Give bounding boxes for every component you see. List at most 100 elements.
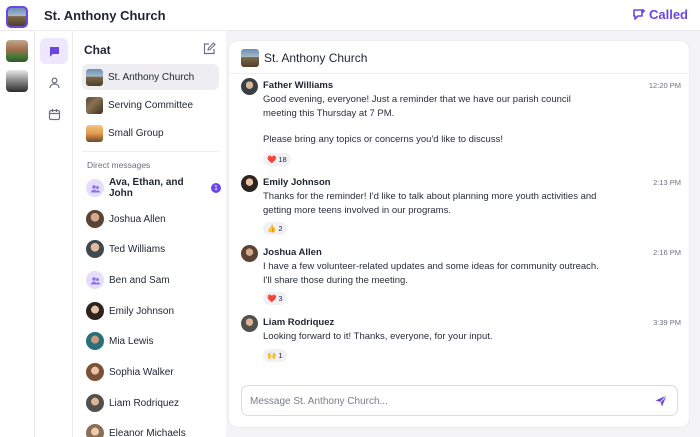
- message-text: Thanks for the reminder! I'd like to tal…: [263, 191, 597, 216]
- dm-label: Joshua Allen: [109, 213, 166, 225]
- message-text: Good evening, everyone! Just a reminder …: [263, 94, 571, 119]
- avatar: [86, 394, 104, 412]
- avatar: [86, 302, 104, 320]
- channel-label: Small Group: [108, 127, 164, 139]
- chat-bubble-plus-icon: [633, 8, 645, 20]
- chat-list-title: Chat: [84, 43, 111, 57]
- channel-thumbnail: [86, 124, 103, 142]
- group-avatar: [86, 179, 104, 197]
- channel-item-small-group[interactable]: Small Group: [82, 120, 219, 146]
- message: Emily Johnson 2:13 PM Thanks for the rem…: [241, 175, 681, 237]
- message-author: Emily Johnson: [263, 177, 331, 188]
- avatar: [86, 332, 104, 350]
- nav-calendar-button[interactable]: [40, 101, 68, 127]
- message-text: Please bring any topics or concerns you'…: [263, 134, 503, 145]
- chat-list-panel: Chat St. Anthony Church Serving Committe…: [73, 31, 226, 437]
- nav-people-button[interactable]: [40, 69, 68, 95]
- avatar: [241, 315, 258, 332]
- channel-item-serving-committee[interactable]: Serving Committee: [82, 92, 219, 118]
- direct-messages-heading: Direct messages: [87, 160, 151, 170]
- message-time: 2:13 PM: [653, 178, 681, 187]
- message-input[interactable]: [250, 393, 630, 409]
- avatar: [86, 210, 104, 228]
- dm-item-joshua-allen[interactable]: Joshua Allen: [86, 208, 221, 230]
- channel-item-st-anthony-church[interactable]: St. Anthony Church: [82, 64, 219, 90]
- thumbs-up-icon: 👍: [267, 224, 277, 233]
- reaction-chip[interactable]: 👍 2: [263, 222, 287, 235]
- message-body: Good evening, everyone! Just a reminder …: [263, 93, 603, 147]
- page-title: St. Anthony Church: [44, 8, 166, 23]
- people-icon: [90, 184, 100, 192]
- reaction-count: 3: [278, 294, 283, 303]
- message-author: Joshua Allen: [263, 247, 322, 258]
- message-body: Looking forward to it! Thanks, everyone,…: [263, 330, 603, 344]
- avatar: [86, 363, 104, 381]
- compose-icon[interactable]: [202, 42, 216, 56]
- reaction-count: 2: [278, 224, 283, 233]
- calendar-icon: [48, 108, 60, 120]
- message-time: 12:20 PM: [648, 81, 681, 90]
- raised-hands-icon: 🙌: [267, 351, 277, 360]
- group-avatar-1[interactable]: [6, 40, 28, 62]
- divider: [82, 151, 219, 152]
- dm-item-ben-and-sam[interactable]: Ben and Sam: [86, 269, 221, 291]
- dm-item-ava-ethan-john[interactable]: Ava, Ethan, and John 1: [86, 177, 221, 199]
- group-rail: [0, 31, 35, 437]
- reaction-chip[interactable]: 🙌 1: [263, 349, 287, 362]
- dm-item-mia-lewis[interactable]: Mia Lewis: [86, 330, 221, 352]
- heart-icon: ❤️: [267, 294, 277, 303]
- group-avatar-2[interactable]: [6, 70, 28, 92]
- nav-column: [35, 31, 73, 437]
- avatar: [241, 245, 258, 262]
- message-text: Looking forward to it! Thanks, everyone,…: [263, 331, 493, 342]
- unread-badge: 1: [211, 183, 221, 193]
- heart-icon: ❤️: [267, 155, 277, 164]
- dm-item-ted-williams[interactable]: Ted Williams: [86, 238, 221, 260]
- person-icon: [48, 76, 60, 88]
- chat-bubble-icon: [49, 46, 59, 56]
- conversation-panel: St. Anthony Church Father Williams 12:20…: [228, 40, 691, 428]
- message-composer: [241, 385, 678, 416]
- channel-thumbnail: [241, 49, 259, 67]
- dm-label: Emily Johnson: [109, 305, 175, 317]
- dm-item-emily-johnson[interactable]: Emily Johnson: [86, 300, 221, 322]
- message-body: I have a few volunteer-related updates a…: [263, 260, 603, 287]
- dm-item-sophia-walker[interactable]: Sophia Walker: [86, 361, 221, 383]
- message-author: Liam Rodriquez: [263, 317, 335, 328]
- conversation-header: St. Anthony Church: [229, 41, 691, 74]
- channel-thumbnail: [86, 68, 103, 86]
- dm-label: Mia Lewis: [109, 335, 154, 347]
- message-body: Thanks for the reminder! I'd like to tal…: [263, 190, 603, 217]
- brand-name: Called: [648, 7, 688, 22]
- channel-label: Serving Committee: [108, 99, 194, 111]
- message: Joshua Allen 2:16 PM I have a few volunt…: [241, 245, 681, 307]
- message: Father Williams 12:20 PM Good evening, e…: [241, 78, 681, 168]
- nav-chat-button[interactable]: [40, 38, 68, 64]
- channel-label: St. Anthony Church: [108, 71, 195, 83]
- dm-item-eleanor-michaels[interactable]: Eleanor Michaels: [86, 422, 221, 437]
- message-author: Father Williams: [263, 80, 334, 91]
- dm-label: Sophia Walker: [109, 366, 174, 378]
- message-time: 3:39 PM: [653, 318, 681, 327]
- group-avatar: [86, 271, 104, 289]
- dm-label: Ben and Sam: [109, 274, 170, 286]
- avatar: [241, 78, 258, 95]
- people-icon: [90, 276, 100, 284]
- message: Liam Rodriquez 3:39 PM Looking forward t…: [241, 315, 681, 365]
- avatar: [86, 424, 104, 437]
- dm-item-liam-rodriquez[interactable]: Liam Rodriquez: [86, 392, 221, 414]
- channel-thumbnail: [86, 96, 103, 114]
- dm-label: Eleanor Michaels: [109, 427, 186, 437]
- send-icon[interactable]: [654, 394, 668, 408]
- reaction-count: 18: [278, 155, 287, 164]
- brand-logo: Called: [632, 7, 688, 22]
- dm-label: Ted Williams: [109, 243, 166, 255]
- avatar: [86, 240, 104, 258]
- reaction-chip[interactable]: ❤️ 3: [263, 292, 287, 305]
- church-avatar[interactable]: [6, 6, 28, 28]
- avatar: [241, 175, 258, 192]
- reaction-chip[interactable]: ❤️ 18: [263, 153, 291, 166]
- dm-label: Liam Rodriquez: [109, 397, 180, 409]
- message-text: I have a few volunteer-related updates a…: [263, 261, 599, 286]
- reaction-count: 1: [278, 351, 283, 360]
